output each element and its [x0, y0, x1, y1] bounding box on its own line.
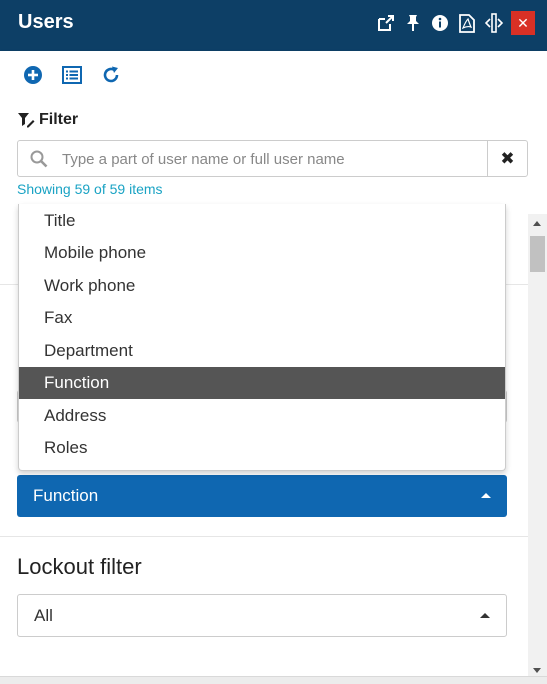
header-actions: ✕ — [372, 11, 535, 35]
window-header: Users ✕ — [0, 0, 547, 51]
items-count: Showing 59 of 59 items — [17, 181, 163, 197]
lockout-filter-title: Lockout filter — [17, 554, 142, 579]
dropdown-option[interactable]: Mobile phone — [19, 237, 505, 269]
pin-icon[interactable] — [399, 11, 426, 35]
divider — [0, 536, 528, 537]
clear-search-button[interactable]: ✖ — [487, 140, 528, 177]
search-icon — [30, 150, 48, 168]
search-box — [17, 140, 488, 177]
dropdown-option[interactable]: Address — [19, 400, 505, 432]
close-icon: ✕ — [517, 14, 529, 31]
add-user-button[interactable] — [21, 63, 45, 87]
dropdown-option[interactable]: Roles — [19, 432, 505, 464]
filter-heading: Filter — [17, 111, 78, 129]
list-icon — [62, 66, 82, 84]
dropdown-option-selected[interactable]: Function — [19, 367, 505, 399]
scroll-down-arrow-icon[interactable] — [533, 668, 541, 673]
group-by-dropdown: Title Mobile phone Work phone Fax Depart… — [18, 204, 506, 471]
filter-label: Filter — [39, 111, 79, 128]
lockout-filter-select[interactable]: All — [17, 594, 507, 637]
list-view-button[interactable] — [60, 63, 84, 87]
add-icon — [24, 66, 42, 84]
dropdown-option[interactable]: Department — [19, 335, 505, 367]
lockout-filter-value: All — [34, 606, 53, 625]
chevron-up-icon — [481, 493, 491, 498]
window-title: Users — [18, 11, 74, 33]
dropdown-option[interactable]: Title — [19, 205, 505, 237]
group-by-select[interactable]: Function — [17, 475, 507, 517]
scroll-up-arrow-icon[interactable] — [533, 221, 541, 226]
scroll-thumb[interactable] — [530, 236, 545, 272]
refresh-button[interactable] — [99, 63, 123, 87]
dropdown-option[interactable]: Fax — [19, 302, 505, 334]
clear-icon: ✖ — [500, 148, 515, 168]
popout-icon[interactable] — [372, 11, 399, 35]
pdf-icon[interactable] — [453, 11, 480, 35]
dropdown-option[interactable]: Work phone — [19, 270, 505, 302]
vertical-scrollbar[interactable] — [528, 214, 547, 676]
filter-edit-icon — [18, 113, 35, 128]
chevron-up-icon — [480, 613, 490, 618]
close-button[interactable]: ✕ — [511, 11, 535, 35]
group-by-value: Function — [33, 486, 99, 505]
search-input[interactable] — [62, 147, 477, 171]
bottom-bar — [0, 676, 547, 684]
refresh-icon — [103, 66, 119, 83]
toolbar — [0, 51, 547, 99]
filter-section: Filter ✖ Showing 59 of 59 items — [0, 99, 547, 214]
resize-icon[interactable] — [480, 11, 507, 35]
info-icon[interactable] — [426, 11, 453, 35]
